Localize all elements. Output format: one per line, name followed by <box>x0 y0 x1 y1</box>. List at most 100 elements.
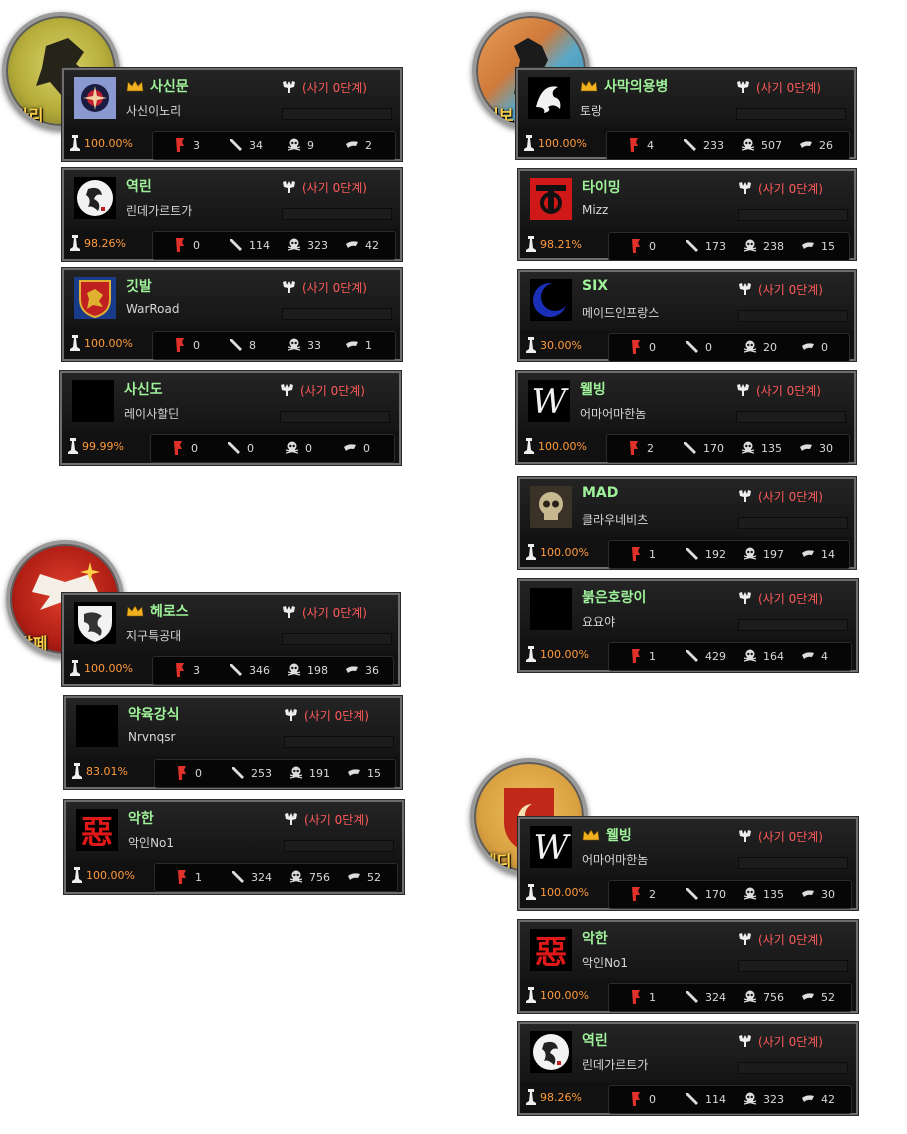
skull-icon <box>743 887 757 900</box>
morale-label: (사기 0단계) <box>282 179 367 196</box>
skull-icon <box>287 238 301 251</box>
guild-name: SIX <box>582 278 608 294</box>
guild-card[interactable]: 헤로스 지구특공대 (사기 0단계) 100.00% 3 346 198 36 <box>61 592 401 687</box>
guild-card[interactable]: 惡 악한 악인No1 (사기 0단계) 100.00% 1 324 756 52 <box>63 799 405 895</box>
card-header: 붉은호랑이 요요야 (사기 0단계) <box>520 581 856 639</box>
red-symbol-icon <box>530 178 572 220</box>
skull-icon <box>741 138 755 151</box>
stats-panel: 0 253 191 15 <box>154 759 396 788</box>
stat-flag: 3 <box>173 663 200 677</box>
guild-leader: 린데가르트가 <box>126 204 193 218</box>
guild-card[interactable]: 붉은호랑이 요요야 (사기 0단계) 100.00% 1 429 164 4 <box>517 578 859 673</box>
stat-kills: 429 <box>685 649 726 663</box>
tower-icon <box>70 660 80 676</box>
guild-card[interactable]: W 웰빙 어마어마한놈 (사기 0단계) 100.00% 2 170 135 3… <box>515 370 857 465</box>
skull-icon <box>741 441 755 454</box>
stats-panel: 1 192 197 14 <box>608 540 850 569</box>
guild-card[interactable]: MAD 클라우네비츠 (사기 0단계) 100.00% 1 192 197 14 <box>517 476 857 570</box>
morale-label: (사기 0단계) <box>282 604 367 621</box>
svg-text:惡: 惡 <box>81 813 113 851</box>
guild-card[interactable]: 약육강식 Nrvnqsr (사기 0단계) 83.01% 0 253 191 1… <box>63 695 403 790</box>
red-flag-icon <box>178 766 186 780</box>
morale-text: (사기 0단계) <box>758 592 823 606</box>
stat-flag: 1 <box>629 547 656 561</box>
horn-icon <box>800 444 812 451</box>
stat-assist: 4 <box>801 649 828 663</box>
guild-name-text: 약육강식 <box>128 707 180 723</box>
emblem-caption: 메디 <box>482 852 512 871</box>
card-header: 사신도 레이사할딘 (사기 0단계) <box>62 373 399 431</box>
card-stats-row: 30.00% 0 0 20 0 <box>520 330 854 362</box>
stat-deaths: 135 <box>741 441 782 455</box>
guild-card[interactable]: 역린 린데가르트가 (사기 0단계) 98.26% 0 114 323 42 <box>517 1021 859 1116</box>
tower-icon <box>524 438 534 454</box>
morale-text: (사기 0단계) <box>304 709 369 723</box>
morale-label: (사기 0단계) <box>738 488 823 505</box>
stat-deaths: 323 <box>743 1092 784 1106</box>
red-flag-icon <box>632 547 640 561</box>
stat-assist: 26 <box>799 138 833 152</box>
skull-icon <box>287 663 301 676</box>
blank-icon <box>72 380 114 422</box>
red-flag-icon <box>176 138 184 152</box>
guild-name: 헤로스 <box>126 601 189 621</box>
stats-panel: 2 170 135 30 <box>608 880 852 909</box>
occupancy-percent: 100.00% <box>524 135 587 151</box>
white-dragon-icon <box>528 77 570 119</box>
morale-bar <box>282 108 392 120</box>
tower-icon <box>72 763 82 779</box>
sword-icon <box>230 139 242 151</box>
guild-card[interactable]: 타이밍 Mizz (사기 0단계) 98.21% 0 173 238 15 <box>517 168 857 261</box>
sword-icon <box>686 888 698 900</box>
skull-icon <box>285 441 299 454</box>
guild-card[interactable]: 사신도 레이사할딘 (사기 0단계) 99.99% 0 0 0 0 <box>59 370 402 466</box>
card-header: 역린 린데가르트가 (사기 0단계) <box>520 1024 856 1082</box>
stat-flag: 3 <box>173 138 200 152</box>
fist-icon <box>283 181 295 193</box>
stats-panel: 4 233 507 26 <box>606 131 850 160</box>
morale-label: (사기 0단계) <box>738 180 823 197</box>
morale-text: (사기 0단계) <box>758 830 823 844</box>
morale-text: (사기 0단계) <box>300 384 365 398</box>
stat-kills: 192 <box>685 547 726 561</box>
stat-flag: 1 <box>629 990 656 1004</box>
morale-label: (사기 0단계) <box>738 828 823 845</box>
skull-icon <box>743 990 757 1003</box>
occupancy-percent: 100.00% <box>70 135 133 151</box>
card-header: 깃발 WarRoad (사기 0단계) <box>64 270 400 328</box>
stat-deaths: 191 <box>289 766 330 780</box>
skull-icon <box>530 486 572 528</box>
occupancy-percent-text: 100.00% <box>538 137 587 150</box>
red-flag-icon <box>178 870 186 884</box>
stat-deaths: 9 <box>287 138 314 152</box>
occupancy-percent-text: 30.00% <box>540 339 582 352</box>
guild-name-text: SIX <box>582 278 609 294</box>
fist-icon <box>737 81 749 93</box>
guild-card[interactable]: 깃발 WarRoad (사기 0단계) 100.00% 0 8 33 1 <box>61 267 403 362</box>
guild-card[interactable]: 惡 악한 악인No1 (사기 0단계) 100.00% 1 324 756 52 <box>517 919 859 1014</box>
dragon-shield-icon <box>74 602 116 644</box>
guild-leader: 악인No1 <box>128 836 175 850</box>
guild-card[interactable]: 사막의용병 토랑 (사기 0단계) 100.00% 4 233 507 26 <box>515 67 857 160</box>
guild-name-text: 사신도 <box>124 382 163 398</box>
guild-card[interactable]: W 웰빙 어마어마한놈 (사기 0단계) 100.00% 2 170 135 3… <box>517 816 859 911</box>
morale-bar <box>280 411 390 423</box>
guild-name: 역린 <box>126 176 152 196</box>
stat-kills: 8 <box>229 338 256 352</box>
guild-card[interactable]: 사신문 사신이노리 (사기 0단계) 100.00% 3 34 9 2 <box>61 67 403 162</box>
skull-icon <box>289 766 303 779</box>
guild-card[interactable]: 역린 린데가르트가 (사기 0단계) 98.26% 0 114 323 42 <box>61 167 403 262</box>
tower-icon <box>526 337 536 353</box>
horn-icon <box>802 343 814 350</box>
fist-icon <box>739 283 751 295</box>
guild-name-text: 악한 <box>582 931 608 947</box>
svg-text:W: W <box>532 382 570 422</box>
stat-assist: 30 <box>801 887 835 901</box>
guild-card[interactable]: SIX 메이드인프랑스 (사기 0단계) 30.00% 0 0 20 0 <box>517 269 857 362</box>
stat-assist: 15 <box>801 239 835 253</box>
card-stats-row: 100.00% 3 34 9 2 <box>64 128 400 160</box>
tower-icon <box>526 544 536 560</box>
card-header: 惡 악한 악인No1 (사기 0단계) <box>520 922 856 980</box>
sword-icon <box>230 664 242 676</box>
stat-kills: 170 <box>685 887 726 901</box>
